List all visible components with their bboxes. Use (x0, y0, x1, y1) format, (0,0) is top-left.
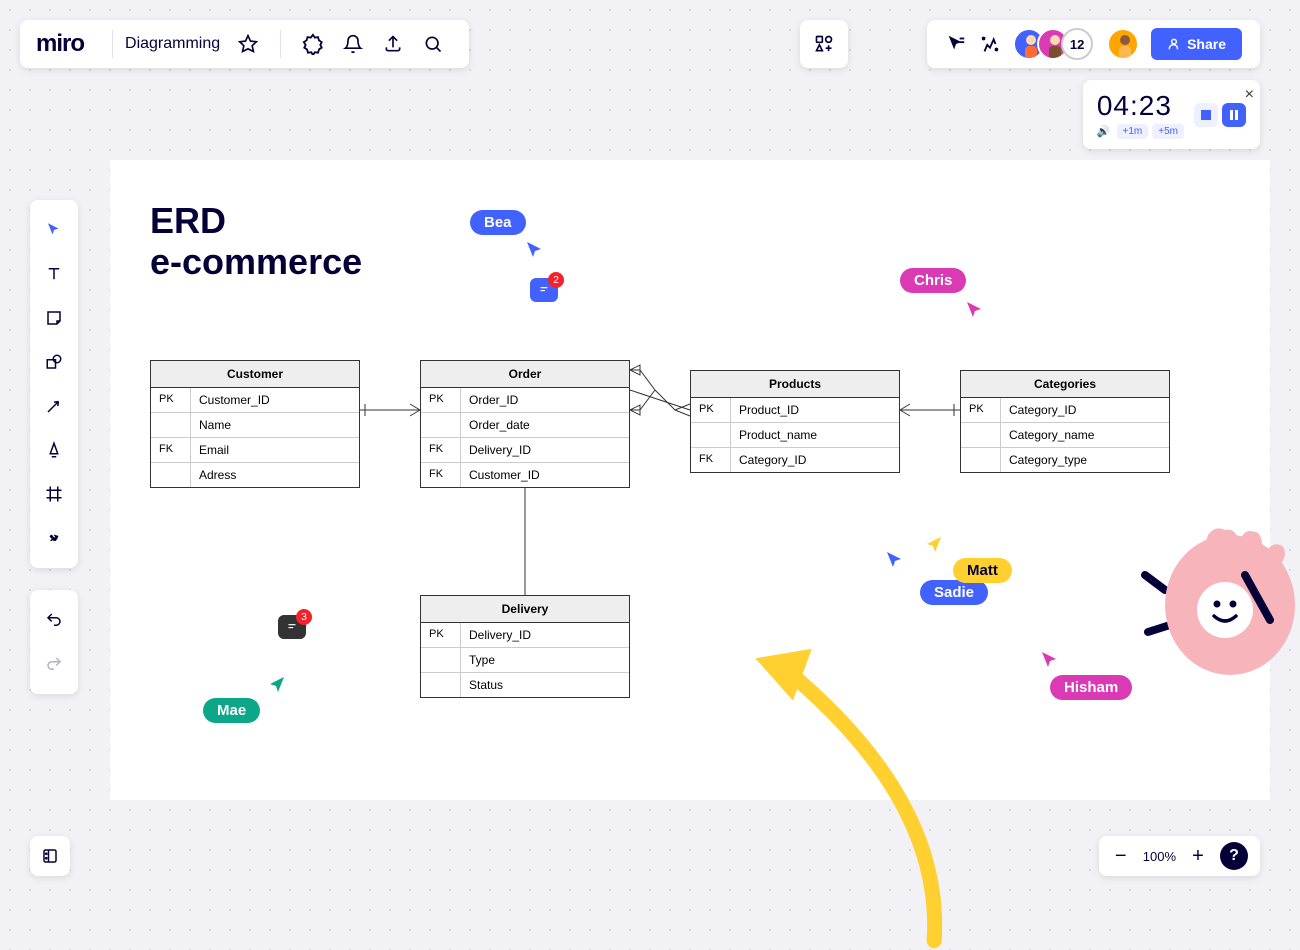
user-cursor-hisham: Hisham (1050, 675, 1132, 700)
sticky-tool[interactable] (30, 296, 78, 340)
comment-count-badge: 3 (296, 609, 312, 625)
timer-add-1m[interactable]: +1m (1117, 124, 1149, 139)
undo-redo-toolbar (30, 590, 78, 694)
user-cursor-matt: Matt (953, 558, 1012, 583)
more-tools[interactable]: » (30, 516, 78, 560)
divider (112, 30, 113, 58)
entity-products[interactable]: Products PKProduct_ID Product_name FKCat… (690, 370, 900, 473)
timer-add-buttons: +1m +5m (1117, 124, 1184, 139)
zoom-level[interactable]: 100% (1143, 849, 1176, 864)
undo-button[interactable] (30, 598, 78, 642)
comment-count-badge: 2 (548, 272, 564, 288)
ok-hand-sticker[interactable] (1130, 520, 1300, 700)
entity-header: Delivery (421, 596, 629, 623)
search-icon[interactable] (421, 32, 445, 56)
cursor-icon (925, 535, 943, 553)
redo-button[interactable] (30, 642, 78, 686)
divider (280, 30, 281, 58)
frame-tool[interactable] (30, 472, 78, 516)
canvas-frame[interactable]: ERD e-commerce Customer PKCustomer_ID Na… (110, 160, 1270, 800)
tools-toolbar: » (30, 200, 78, 568)
reactions-icon[interactable] (979, 33, 1001, 55)
zoom-in-button[interactable]: + (1188, 845, 1208, 868)
text-tool[interactable] (30, 252, 78, 296)
cursor-icon (1040, 650, 1058, 668)
entity-customer[interactable]: Customer PKCustomer_ID Name FKEmail Adre… (150, 360, 360, 488)
entity-header: Products (691, 371, 899, 398)
star-icon[interactable] (236, 32, 260, 56)
user-cursor-sadie: Sadie (920, 580, 988, 605)
arrow-tool[interactable] (30, 384, 78, 428)
timer-add-5m[interactable]: +5m (1152, 124, 1184, 139)
board-name[interactable]: Diagramming (125, 35, 220, 53)
comment-icon[interactable]: 2 (530, 278, 558, 302)
cursor-icon (525, 240, 543, 258)
entity-order[interactable]: Order PKOrder_ID Order_date FKDelivery_I… (420, 360, 630, 488)
entity-delivery[interactable]: Delivery PKDelivery_ID Type Status (420, 595, 630, 698)
avatar-group[interactable]: 12 (1013, 28, 1093, 60)
apps-button[interactable] (800, 20, 848, 68)
bell-icon[interactable] (341, 32, 365, 56)
shape-tool[interactable] (30, 340, 78, 384)
entity-categories[interactable]: Categories PKCategory_ID Category_name C… (960, 370, 1170, 473)
share-button[interactable]: Share (1151, 28, 1242, 60)
current-user-avatar[interactable] (1107, 28, 1139, 60)
user-cursor-bea: Bea (470, 210, 526, 235)
sound-icon[interactable]: 🔊 (1097, 125, 1111, 138)
user-cursor-mae: Mae (203, 698, 260, 723)
cursor-icon (268, 675, 286, 693)
user-cursor-chris: Chris (900, 268, 966, 293)
cursor-icon (965, 300, 983, 318)
main-header: miro Diagramming (20, 20, 469, 68)
settings-icon[interactable] (301, 32, 325, 56)
frames-panel-button[interactable] (30, 836, 70, 876)
title-line: ERD (150, 200, 362, 241)
timer-pause-button[interactable] (1222, 103, 1246, 127)
diagram-title[interactable]: ERD e-commerce (150, 200, 362, 283)
collab-header: 12 Share (927, 20, 1260, 68)
zoom-out-button[interactable]: − (1111, 845, 1131, 868)
entity-header: Order (421, 361, 629, 388)
comment-icon[interactable]: 3 (278, 615, 306, 639)
entity-header: Customer (151, 361, 359, 388)
timer-time: 04:23 (1097, 90, 1184, 122)
help-button[interactable]: ? (1220, 842, 1248, 870)
share-label: Share (1187, 36, 1226, 52)
avatar-overflow-count[interactable]: 12 (1061, 28, 1093, 60)
entity-header: Categories (961, 371, 1169, 398)
select-tool[interactable] (30, 208, 78, 252)
pen-tool[interactable] (30, 428, 78, 472)
cursor-icon (885, 550, 903, 568)
title-line: e-commerce (150, 241, 362, 282)
timer-stop-button[interactable] (1194, 103, 1218, 127)
timer-close-icon[interactable]: × (1245, 86, 1254, 104)
cursor-present-icon[interactable] (945, 33, 967, 55)
export-icon[interactable] (381, 32, 405, 56)
zoom-controls: − 100% + ? (1099, 836, 1260, 876)
arrow-sticker[interactable] (670, 630, 1010, 950)
miro-logo[interactable]: miro (36, 30, 84, 58)
timer-widget[interactable]: 04:23 🔊 +1m +5m × (1083, 80, 1260, 149)
